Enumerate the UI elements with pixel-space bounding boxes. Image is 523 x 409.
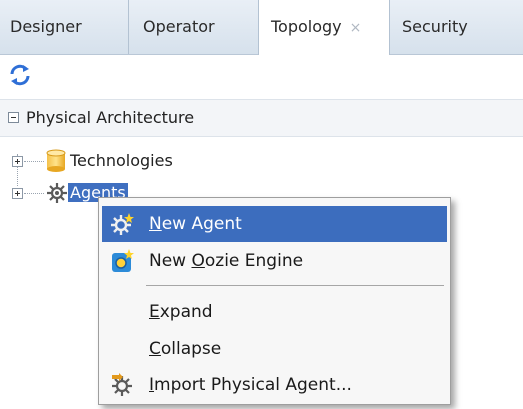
gear-icon [46,182,68,204]
oozie-engine-icon [110,249,134,273]
tab-security[interactable]: Security [390,0,523,54]
menu-label: Collapse [149,339,222,359]
menu-item-new-oozie-engine[interactable]: New Oozie Engine [102,243,447,279]
expand-icon[interactable] [12,156,23,167]
section-title: Physical Architecture [26,108,195,127]
physical-architecture-header[interactable]: Physical Architecture [0,99,523,137]
menu-separator [146,285,444,286]
menu-label: Expand [149,302,213,322]
menu-label: New Agent [149,214,242,234]
tree-line [24,161,44,162]
context-menu: New Agent New Oozie Engine Expand Collap… [98,197,451,405]
expand-icon[interactable] [12,188,23,199]
tab-label: Topology [271,17,342,36]
tab-topology[interactable]: Topology × [258,0,390,55]
technologies-icon [45,149,67,173]
collapse-icon[interactable] [8,112,19,123]
toolbar [0,55,523,93]
tab-bar: Designer Operator Topology × Security [0,0,523,55]
tab-designer[interactable]: Designer [0,0,128,54]
menu-item-expand[interactable]: Expand [102,294,447,330]
menu-label: Import Physical Agent... [149,375,352,395]
refresh-icon[interactable] [8,63,32,87]
menu-label: New Oozie Engine [149,251,304,271]
close-icon[interactable]: × [350,20,362,36]
new-agent-icon [110,212,134,236]
menu-item-import-physical-agent[interactable]: Import Physical Agent... [102,367,447,403]
menu-item-collapse[interactable]: Collapse [102,331,447,367]
tab-operator[interactable]: Operator [128,0,258,54]
import-agent-icon [110,373,134,397]
tab-label: Security [402,17,468,36]
tree-item-technologies[interactable]: Technologies [70,151,173,170]
tab-label: Designer [10,17,82,36]
tree-line [24,193,44,194]
menu-item-new-agent[interactable]: New Agent [102,206,447,242]
tab-label: Operator [143,17,215,36]
